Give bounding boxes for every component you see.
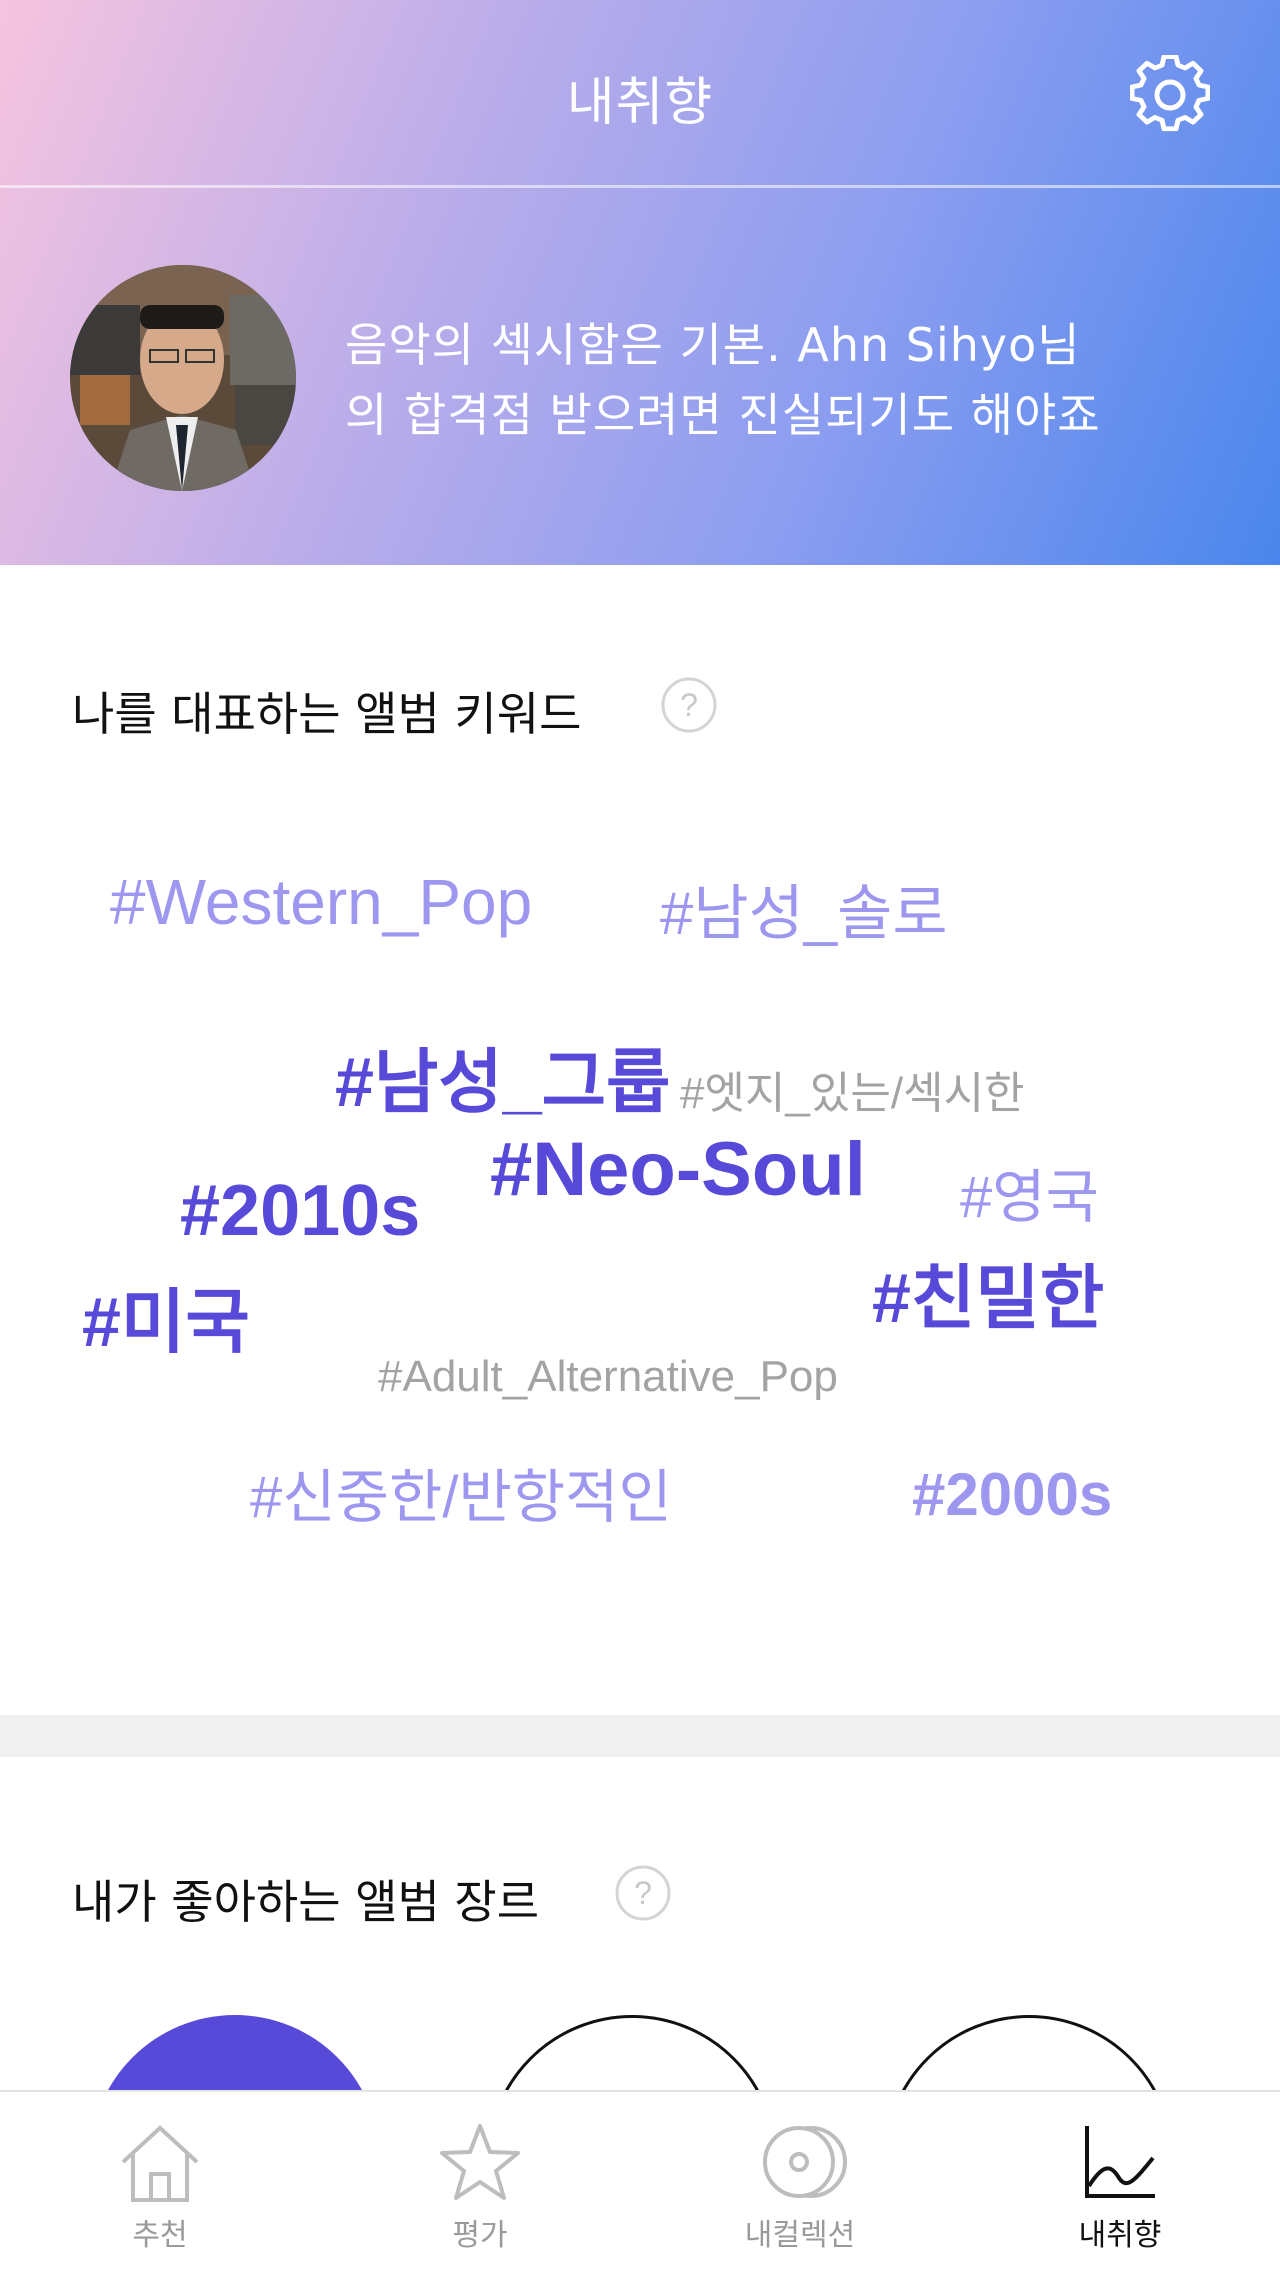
keyword-tag[interactable]: #남성_그룹 <box>335 1026 670 1127</box>
keyword-tag[interactable]: #Adult_Alternative_Pop <box>378 1352 838 1402</box>
tab-label: 내취향 <box>1078 2218 1162 2253</box>
gear-icon <box>1129 54 1211 132</box>
tab-collection[interactable]: 내컬렉션 <box>640 2092 960 2275</box>
profile-message-line1: 음악의 섹시함은 기본. Ahn Sihyo님 <box>345 318 1081 372</box>
keyword-tag[interactable]: #영국 <box>960 1150 1099 1234</box>
profile-message: 음악의 섹시함은 기본. Ahn Sihyo님 의 합격점 받으려면 진실되기도… <box>345 310 1225 450</box>
keyword-tag[interactable]: #남성_솔로 <box>660 865 948 952</box>
section-divider <box>0 1715 1280 1757</box>
keyword-tag[interactable]: #Neo-Soul <box>490 1126 866 1213</box>
keyword-tag[interactable]: #친밀한 <box>872 1242 1104 1343</box>
chart-line-icon <box>1085 2126 1155 2198</box>
tab-label: 내컬렉션 <box>744 2218 856 2253</box>
keyword-tag[interactable]: #2000s <box>912 1460 1112 1529</box>
genres-section-title: 내가 좋아하는 앨범 장르 <box>72 1875 540 1929</box>
tab-my-taste[interactable]: 내취향 <box>960 2092 1280 2275</box>
keyword-tag[interactable]: #2010s <box>180 1170 420 1252</box>
keyword-tag[interactable]: #엣지_있는/섹시한 <box>680 1057 1025 1121</box>
keyword-tag[interactable]: #미국 <box>82 1266 250 1367</box>
keyword-cloud: #Western_Pop #남성_솔로 #엣지_있는/섹시한 #남성_그룹 #N… <box>0 780 1280 1580</box>
tab-recommend[interactable]: 추천 <box>0 2092 320 2275</box>
tab-label: 평가 <box>452 2218 508 2253</box>
keyword-tag[interactable]: #Western_Pop <box>110 865 532 939</box>
svg-text:?: ? <box>680 687 698 723</box>
disc-icon <box>763 2126 847 2198</box>
tab-label: 추천 <box>132 2218 188 2253</box>
question-circle-icon[interactable]: ? <box>614 1864 672 1922</box>
profile-photo <box>70 265 296 491</box>
question-circle-icon[interactable]: ? <box>660 676 718 734</box>
star-icon <box>440 2124 520 2200</box>
home-icon <box>121 2125 199 2202</box>
profile-message-line2: 의 합격점 받으려면 진실되기도 해야죠 <box>345 388 1101 442</box>
avatar[interactable] <box>70 265 296 491</box>
keyword-tag[interactable]: #신중한/반항적인 <box>250 1450 672 1534</box>
profile-header: 내취향 음악의 섹시함은 기본. Ahn Sihyo님 의 합격점 받으려면 진… <box>0 0 1280 565</box>
top-bar: 내취향 <box>0 0 1280 188</box>
top-bar-divider <box>0 185 1280 188</box>
tab-rate[interactable]: 평가 <box>320 2092 640 2275</box>
keywords-section-title: 나를 대표하는 앨범 키워드 <box>72 687 582 741</box>
svg-text:?: ? <box>634 1875 652 1911</box>
settings-button[interactable] <box>1129 54 1211 135</box>
page-title: 내취향 <box>566 73 714 133</box>
bottom-tab-bar: 추천 평가 내컬렉션 내취향 <box>0 2090 1280 2275</box>
